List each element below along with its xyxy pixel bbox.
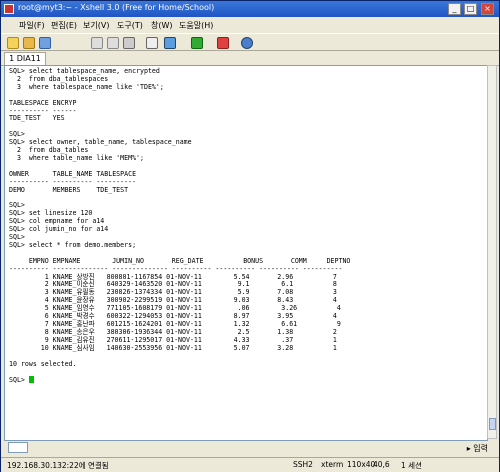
menu-help[interactable]: 도움말(H)	[179, 20, 213, 31]
print-icon[interactable]	[146, 37, 158, 49]
status-term: xterm	[321, 460, 344, 469]
title-bar: root@myt3:~ - Xshell 3.0 (Free for Home/…	[1, 1, 499, 17]
terminal-line: 2 KNAME_이순신 640329-1463520 01-NOV-11 9.1…	[9, 280, 337, 289]
terminal-line: SQL> select tablespace_name, encrypted	[9, 67, 160, 75]
menu-tools[interactable]: 도구(T)	[117, 20, 143, 31]
terminal-line: SQL> select * from demo.members;	[9, 240, 137, 249]
terminal-line: ---------- -------------- --------------…	[9, 264, 343, 273]
xshell-window: root@myt3:~ - Xshell 3.0 (Free for Home/…	[0, 0, 500, 472]
terminal-line: EMPNO EMPNAME JUMIN_NO REG_DATE BONUS CO…	[9, 256, 351, 265]
toolbar	[1, 33, 499, 51]
status-sessions: 1 세션	[401, 461, 422, 470]
terminal-cursor	[28, 376, 34, 384]
menu-bar: 파일(F) 편집(E) 보기(V) 도구(T) 창(W) 도움말(H)	[1, 18, 499, 32]
terminal-line: 9 KNAME_김유진 270611-1295017 01-NOV-11 4.3…	[9, 335, 337, 344]
close-button[interactable]: ×	[481, 3, 494, 15]
terminal-line: 7 KNAME_홍난파 601215-1624201 01-NOV-11 1.3…	[9, 320, 341, 328]
status-protocol: SSH2	[293, 460, 313, 469]
terminal-line: SQL>	[9, 201, 25, 210]
terminal-line: 10 KNAME_심사임 140630-2553956 01-NOV-11 5.…	[9, 343, 337, 352]
terminal-line: TABLESPACE ENCRYP	[9, 98, 77, 107]
terminal-line: 2 from dba_tablespaces	[9, 74, 109, 83]
terminal-line: SQL> set linesize 120	[9, 209, 93, 218]
help-icon[interactable]	[241, 37, 253, 49]
copy-icon[interactable]	[91, 37, 103, 49]
terminal-line: OWNER TABLE_NAME TABLESPACE	[9, 169, 137, 178]
terminal-line: TDE_TEST YES	[9, 114, 65, 123]
terminal-line: 5 KNAME_임영수 771105-1608179 01-NOV-11 .06…	[9, 304, 341, 313]
transfer-icon[interactable]	[164, 37, 176, 49]
open-icon[interactable]	[23, 37, 35, 49]
status-connection: 192.168.30.132:22에 연결됨	[7, 461, 109, 470]
terminal-line: SQL> select owner, table_name, tablespac…	[9, 138, 192, 147]
terminal-line: SQL>	[9, 130, 25, 139]
terminal-line: SQL> col empname for a14	[9, 217, 105, 226]
terminal-line: SQL> col jumin_no for a14	[9, 225, 109, 234]
terminal-area[interactable]: SQL> select tablespace_name, encrypted 2…	[4, 65, 488, 441]
window-title: root@myt3:~ - Xshell 3.0 (Free for Home/…	[18, 3, 215, 12]
terminal-line: 2 from dba_tables	[9, 146, 89, 155]
status-bar: 192.168.30.132:22에 연결됨 SSH2 xterm 110x40…	[1, 457, 499, 472]
new-session-icon[interactable]	[7, 37, 19, 49]
status-cursor: 40,6	[373, 460, 390, 469]
terminal-line: 3 where tablespace_name like 'TDE%';	[9, 82, 164, 91]
compose-dropdown[interactable]	[8, 442, 28, 453]
terminal-line: ---------- ---------- ----------	[9, 177, 137, 186]
status-size: 110x40	[347, 460, 376, 469]
menu-window[interactable]: 창(W)	[151, 20, 173, 31]
compose-bar: ▸ 입력	[4, 441, 496, 455]
script-icon[interactable]	[191, 37, 203, 49]
terminal-line: ---------- ------	[9, 106, 77, 115]
terminal-output: SQL> select tablespace_name, encrypted 2…	[9, 67, 351, 385]
scrollbar-thumb[interactable]	[489, 418, 496, 430]
terminal-line: 8 KNAME_송은우 380306-1936344 01-NOV-11 2.5…	[9, 327, 337, 336]
minimize-button[interactable]: _	[448, 3, 461, 15]
menu-file[interactable]: 파일(F)	[19, 20, 45, 31]
tools-icon[interactable]	[217, 37, 229, 49]
paste-icon[interactable]	[107, 37, 119, 49]
terminal-line: SQL>	[9, 376, 29, 385]
session-tabs: 1 DIA11	[1, 51, 499, 66]
tab-session-1[interactable]: 1 DIA11	[4, 52, 46, 66]
compose-input-label[interactable]: ▸ 입력	[467, 443, 488, 454]
terminal-line: DEMO MEMBERS TDE_TEST	[9, 185, 129, 194]
xshell-app-icon	[4, 4, 14, 14]
menu-view[interactable]: 보기(V)	[83, 20, 109, 31]
terminal-line: 6 KNAME_박경수 600322-1294053 01-NOV-11 8.9…	[9, 312, 337, 321]
maximize-button[interactable]: □	[464, 3, 477, 15]
menu-edit[interactable]: 편집(E)	[51, 20, 77, 31]
find-icon[interactable]	[123, 37, 135, 49]
terminal-line: 3 where table_name like 'MEM%';	[9, 153, 144, 162]
terminal-line: 10 rows selected.	[9, 359, 77, 368]
terminal-scrollbar[interactable]	[487, 65, 497, 439]
properties-icon[interactable]	[39, 37, 51, 49]
terminal-line: SQL>	[9, 233, 25, 242]
